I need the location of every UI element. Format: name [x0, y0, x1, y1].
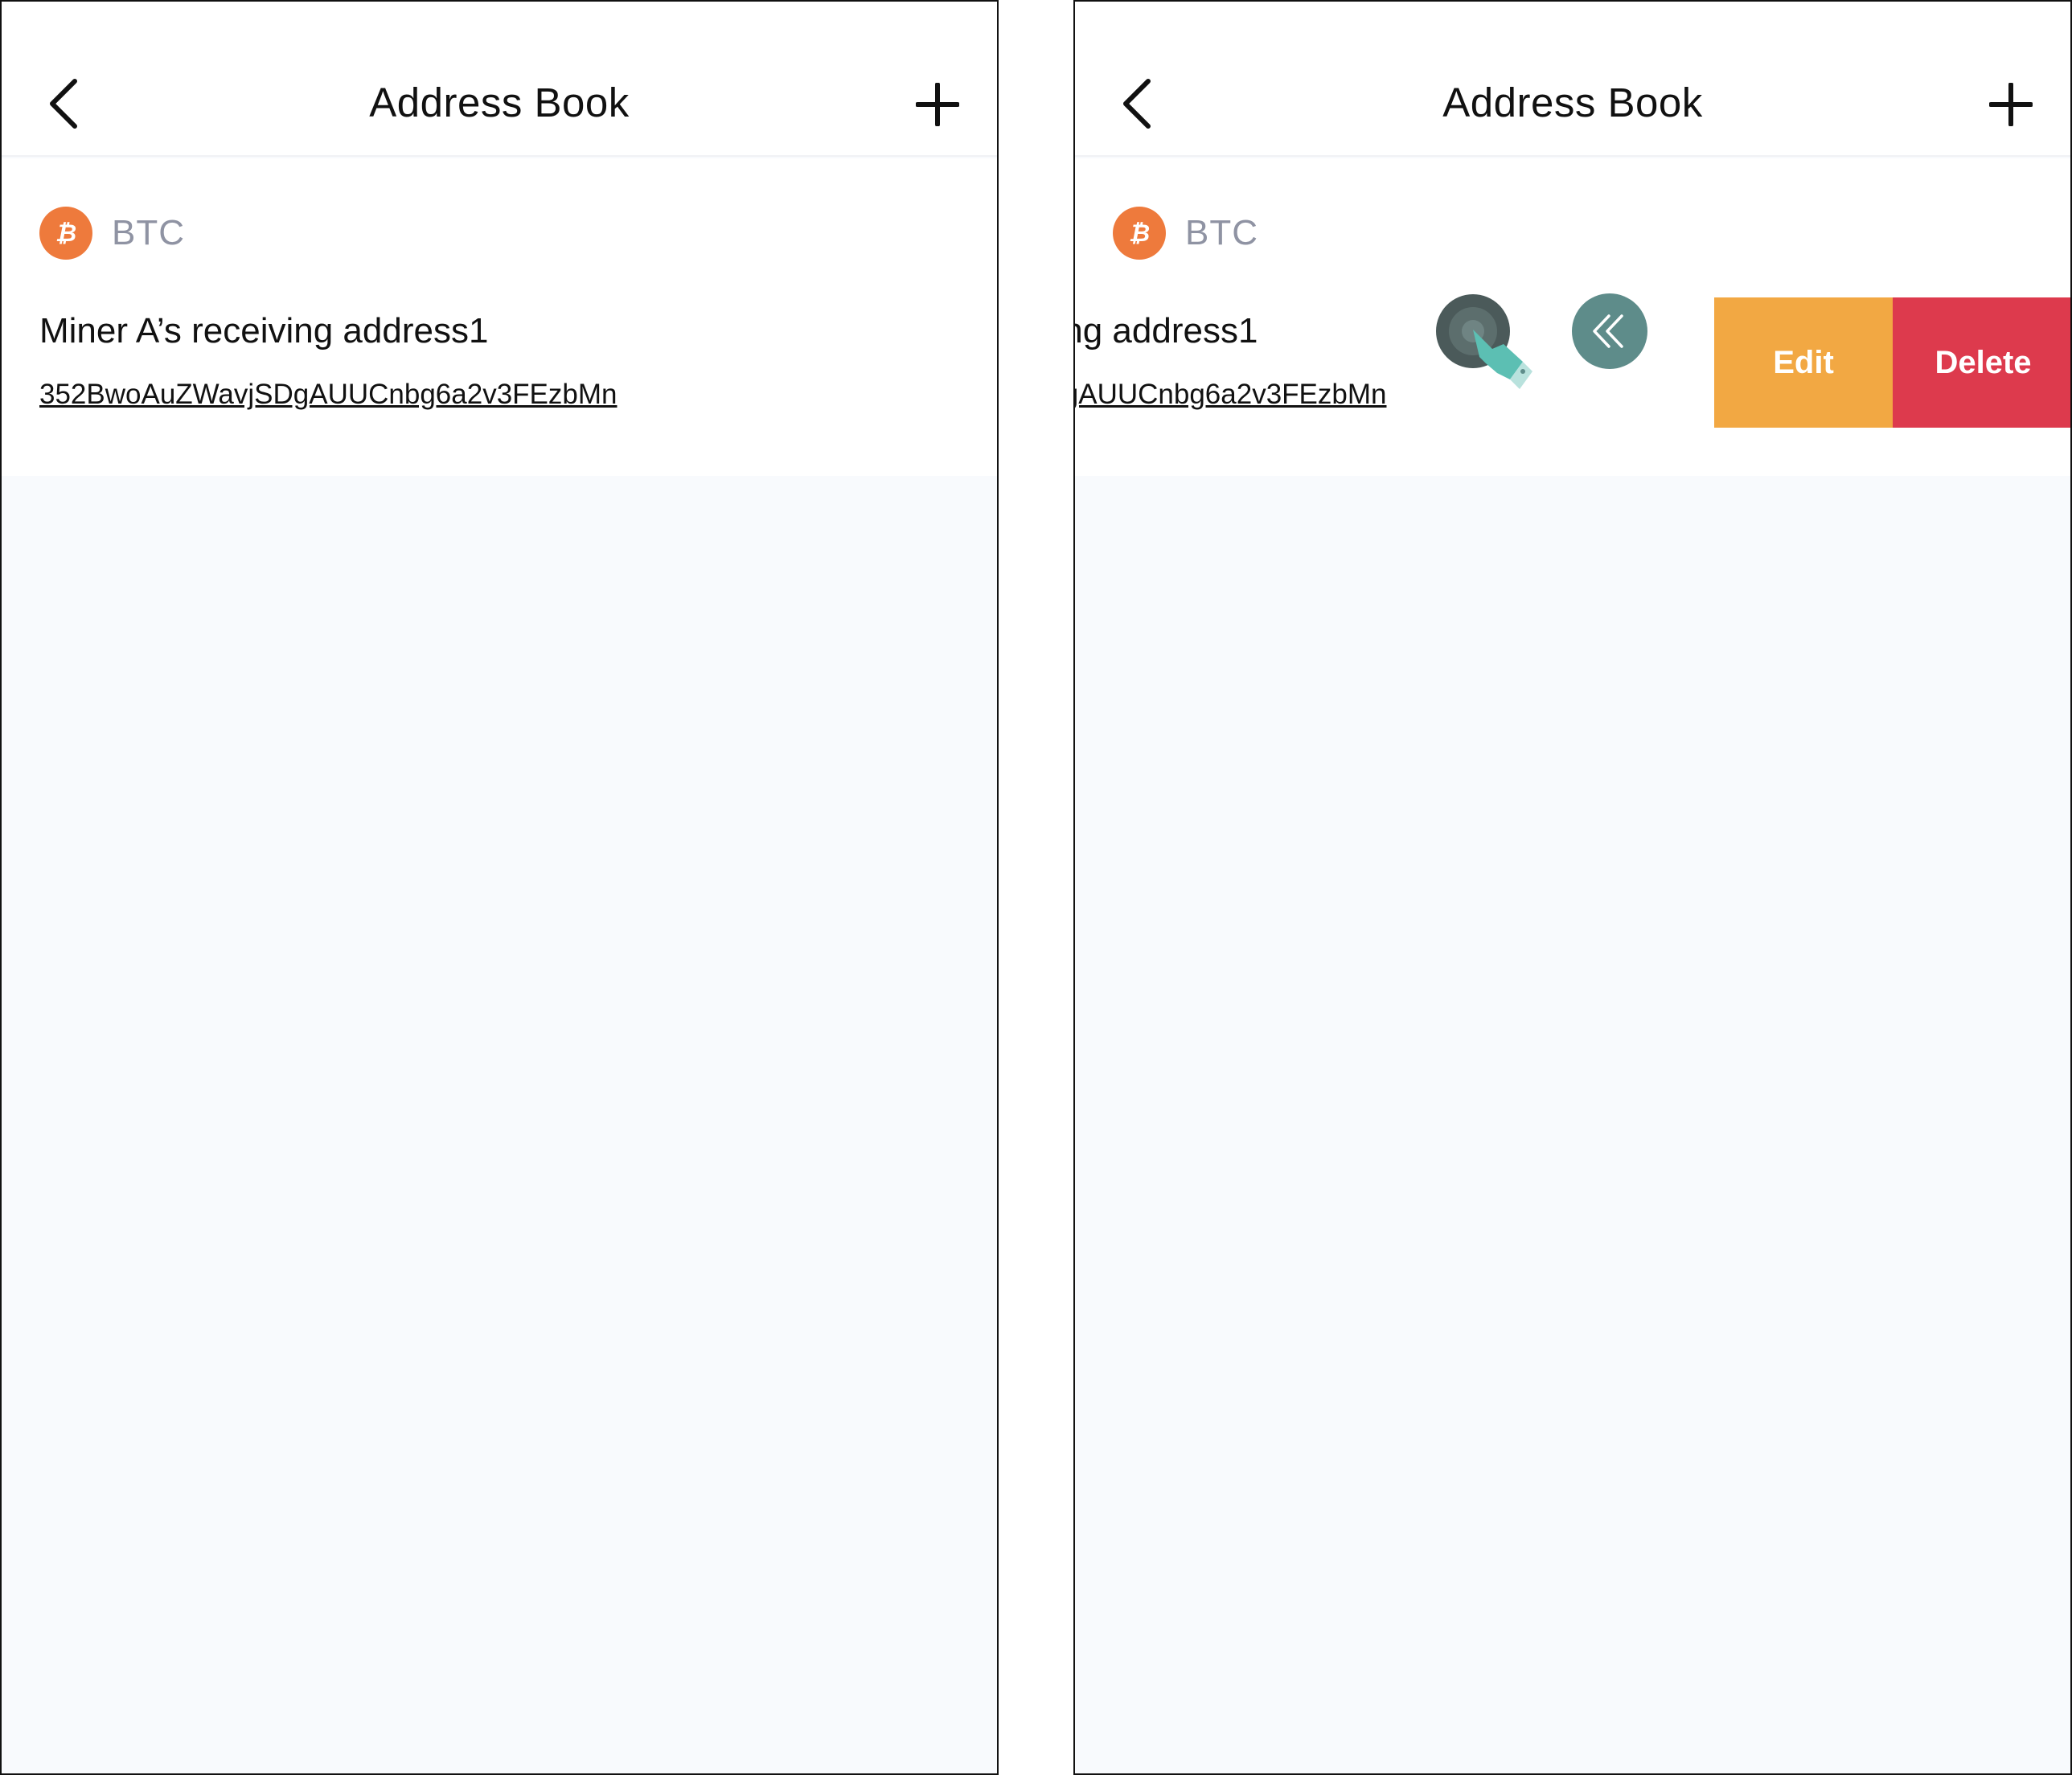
swipe-left-icon: [1572, 293, 1647, 369]
nav-bar: Address Book: [2, 2, 997, 157]
plus-icon: [916, 83, 959, 126]
page-title: Address Book: [369, 80, 630, 125]
bitcoin-icon: ₿: [39, 207, 92, 260]
plus-icon: [1989, 83, 2033, 126]
address-book-screen-swiped: Address Book ₿ BTC Miner A’s receiving a…: [1073, 0, 2072, 1775]
address-list: ₿ BTC Miner A’s receiving address1 352Bw…: [2, 158, 997, 476]
tap-hand-icon: [1433, 291, 1545, 404]
entry-name: Miner A’s receiving address1: [39, 311, 489, 350]
address-book-screen: Address Book ₿ BTC Miner A’s receiving a…: [0, 0, 999, 1775]
page-title: Address Book: [1442, 80, 1703, 125]
entry-address[interactable]: 352BwoAuZWavjSDgAUUCnbg6a2v3FEzbMn: [39, 379, 617, 411]
coin-label: BTC: [112, 213, 185, 252]
coin-header: ₿ BTC: [39, 207, 185, 260]
address-list: ₿ BTC Miner A’s receiving address1 352Bw…: [1075, 158, 2070, 476]
svg-text:₿: ₿: [1129, 220, 1150, 247]
delete-button[interactable]: Delete: [1893, 297, 2070, 428]
entry-name: Miner A’s receiving address1: [1075, 311, 1258, 350]
svg-text:₿: ₿: [55, 220, 76, 247]
add-address-button[interactable]: [1987, 80, 2035, 129]
address-entry[interactable]: Miner A’s receiving address1 352BwoAuZWa…: [2, 311, 997, 448]
bitcoin-icon: ₿: [1113, 207, 1166, 260]
entry-address[interactable]: 352BwoAuZWavjSDgAUUCnbg6a2v3FEzbMn: [1075, 379, 1386, 411]
nav-bar: Address Book: [1075, 2, 2070, 157]
coin-header: ₿ BTC: [1113, 207, 1258, 260]
edit-button[interactable]: Edit: [1714, 297, 1893, 428]
coin-label: BTC: [1185, 213, 1258, 252]
add-address-button[interactable]: [913, 80, 962, 129]
